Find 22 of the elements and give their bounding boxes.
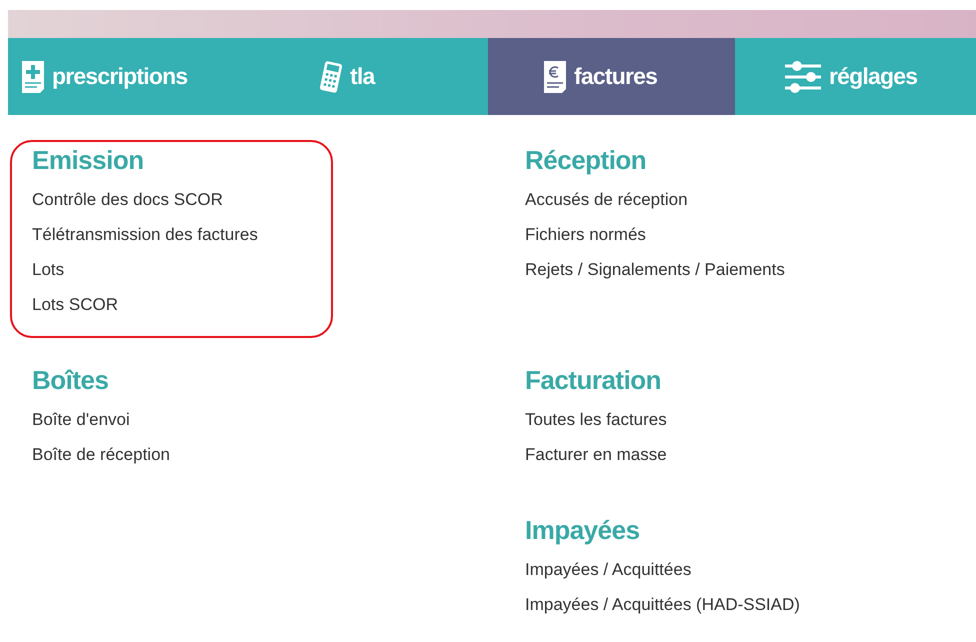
sliders-icon (783, 58, 823, 94)
prescription-icon (20, 58, 46, 94)
menu-link[interactable]: Toutes les factures (525, 402, 667, 437)
menu-link[interactable]: Rejets / Signalements / Paiements (525, 252, 785, 287)
menu-link[interactable]: Lots SCOR (32, 287, 118, 322)
nav-tab[interactable]: factures (488, 38, 735, 115)
menu-link[interactable]: Impayées / Acquittées (525, 552, 692, 587)
section-heading: Réception (525, 144, 646, 176)
section-heading: Boîtes (32, 364, 108, 396)
section-heading: Emission (32, 144, 144, 176)
menu-link[interactable]: Télétransmission des factures (32, 217, 258, 252)
menu-link[interactable]: Accusés de réception (525, 182, 688, 217)
menu-link[interactable]: Contrôle des docs SCOR (32, 182, 223, 217)
menu-link[interactable]: Boîte de réception (32, 437, 170, 472)
menu-link[interactable]: Boîte d'envoi (32, 402, 130, 437)
menu-link[interactable]: Fichiers normés (525, 217, 646, 252)
invoice-icon (542, 58, 568, 94)
menu-link[interactable]: Impayées / Acquittées (HAD-SSIAD) (525, 587, 800, 622)
menu-link[interactable]: Facturer en masse (525, 437, 667, 472)
menu-link[interactable]: Lots (32, 252, 64, 287)
section-heading: Facturation (525, 364, 662, 396)
section-heading: Impayées (525, 514, 640, 546)
